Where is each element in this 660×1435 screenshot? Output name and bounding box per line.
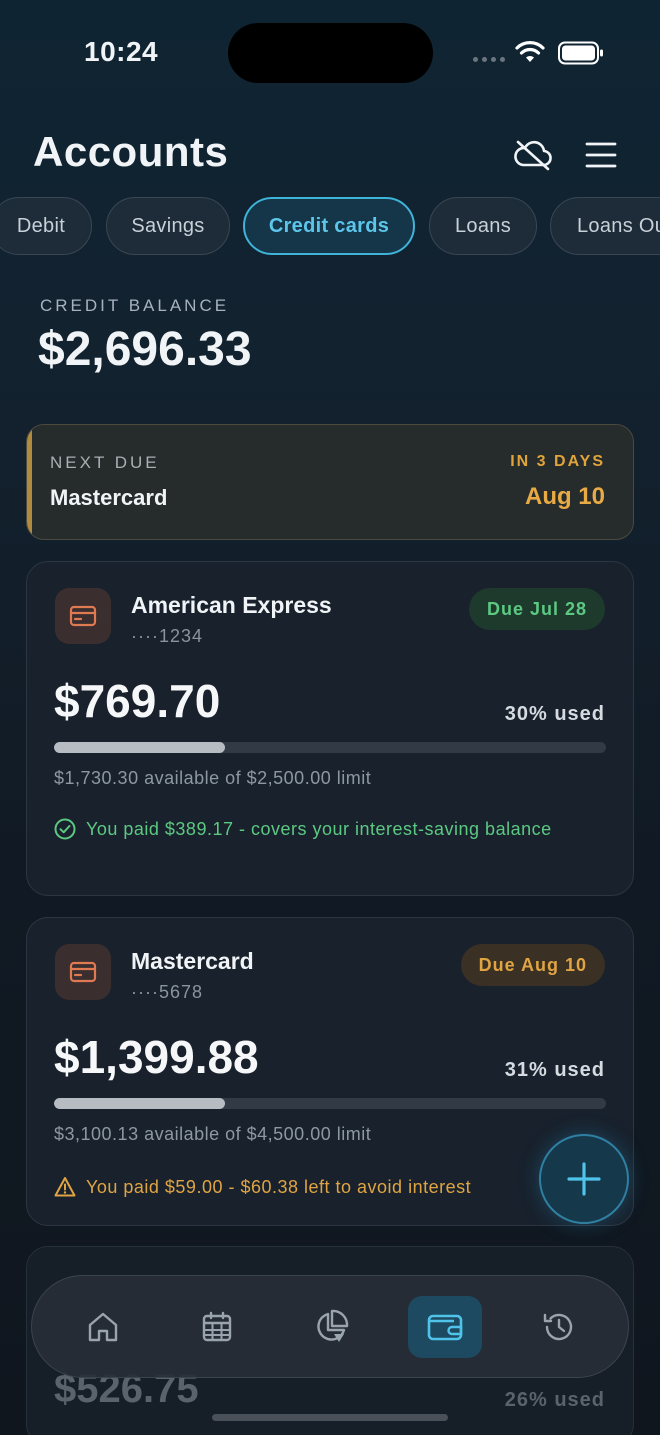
payment-note-text: You paid $59.00 - $60.38 left to avoid i… bbox=[86, 1177, 472, 1197]
utilization-bar bbox=[54, 1098, 606, 1109]
card-used-percent: 31% used bbox=[504, 1059, 605, 1081]
check-circle-icon bbox=[54, 818, 76, 840]
card-used-percent: 26% used bbox=[504, 1389, 605, 1411]
card-name: American Express bbox=[131, 592, 332, 618]
card-available: $1,730.30 available of $2,500.00 limit bbox=[54, 768, 372, 788]
nav-accounts[interactable] bbox=[408, 1296, 482, 1358]
tab-savings[interactable]: Savings bbox=[106, 197, 230, 255]
credit-balance-label: CREDIT BALANCE bbox=[40, 296, 230, 315]
cloud-off-icon bbox=[514, 140, 552, 171]
bottom-navigation bbox=[31, 1275, 629, 1378]
nav-reports[interactable] bbox=[294, 1296, 368, 1358]
payment-note-text: You paid $389.17 - covers your interest-… bbox=[86, 819, 552, 839]
card-number: ····5678 bbox=[131, 982, 204, 1002]
add-account-button[interactable] bbox=[539, 1134, 629, 1224]
status-bar: 10:24 bbox=[0, 0, 660, 110]
wifi-icon bbox=[515, 41, 545, 62]
next-due-countdown: IN 3 DAYS bbox=[510, 453, 605, 470]
menu-button[interactable] bbox=[578, 132, 624, 178]
next-due-card[interactable]: NEXT DUE Mastercard IN 3 DAYS Aug 10 bbox=[26, 424, 634, 540]
status-time: 10:24 bbox=[84, 36, 159, 67]
dynamic-island bbox=[228, 23, 433, 83]
credit-card-amex[interactable]: American Express ····1234 Due Jul 28 $76… bbox=[26, 561, 634, 896]
card-balance: $1,399.88 bbox=[54, 1031, 259, 1083]
next-due-date: Aug 10 bbox=[524, 483, 605, 510]
nav-history[interactable] bbox=[522, 1296, 596, 1358]
due-date-badge: Due Aug 10 bbox=[460, 944, 605, 986]
utilization-bar bbox=[54, 742, 606, 753]
wallet-icon bbox=[427, 1314, 463, 1341]
page-title: Accounts bbox=[33, 128, 229, 175]
card-balance: $769.70 bbox=[54, 675, 221, 727]
next-due-label: NEXT DUE bbox=[50, 453, 160, 472]
calendar-icon bbox=[202, 1311, 232, 1342]
card-name: Mastercard bbox=[131, 948, 254, 974]
payment-note: You paid $389.17 - covers your interest-… bbox=[54, 816, 594, 842]
card-icon-container bbox=[55, 588, 111, 644]
signal-icon bbox=[473, 57, 505, 62]
credit-card-icon bbox=[69, 961, 97, 983]
pie-chart-icon bbox=[317, 1309, 349, 1342]
cloud-sync-button[interactable] bbox=[510, 132, 556, 178]
account-type-tabs: Debit Savings Credit cards Loans Loans O… bbox=[0, 197, 660, 257]
nav-calendar[interactable] bbox=[180, 1296, 254, 1358]
hamburger-menu-icon bbox=[585, 142, 617, 168]
utilization-bar-fill bbox=[54, 1098, 226, 1109]
next-due-card-name: Mastercard bbox=[50, 485, 168, 510]
tab-loans-out[interactable]: Loans Ou bbox=[550, 197, 660, 255]
card-number: ····1234 bbox=[131, 626, 204, 646]
battery-icon bbox=[558, 41, 603, 65]
nav-home[interactable] bbox=[66, 1296, 140, 1358]
home-indicator bbox=[212, 1414, 448, 1421]
tab-loans[interactable]: Loans bbox=[429, 197, 537, 255]
tab-debit[interactable]: Debit bbox=[0, 197, 92, 255]
credit-balance-value: $2,696.33 bbox=[38, 323, 252, 376]
home-icon bbox=[88, 1312, 118, 1342]
plus-icon bbox=[567, 1162, 601, 1196]
card-icon-container bbox=[55, 944, 111, 1000]
tab-credit-cards[interactable]: Credit cards bbox=[243, 197, 415, 255]
payment-note: You paid $59.00 - $60.38 left to avoid i… bbox=[54, 1174, 554, 1200]
utilization-bar-fill bbox=[54, 742, 226, 753]
due-date-badge: Due Jul 28 bbox=[468, 588, 605, 630]
warning-icon bbox=[54, 1177, 76, 1197]
credit-card-icon bbox=[69, 605, 97, 627]
card-available: $3,100.13 available of $4,500.00 limit bbox=[54, 1124, 372, 1144]
card-used-percent: 30% used bbox=[504, 703, 605, 725]
history-icon bbox=[543, 1313, 573, 1341]
